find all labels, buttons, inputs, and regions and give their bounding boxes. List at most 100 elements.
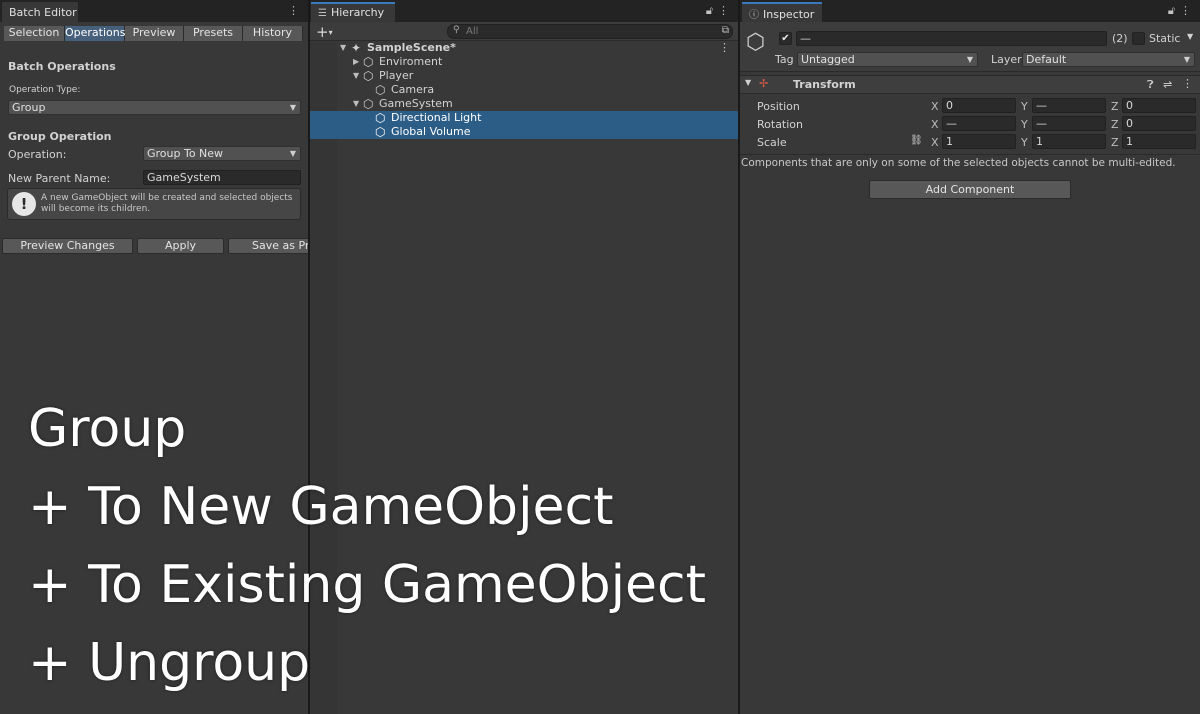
subtab-preview[interactable]: Preview: [125, 26, 184, 41]
chevron-down-icon[interactable]: ▼: [353, 97, 359, 111]
chevron-down-icon[interactable]: ▼: [340, 41, 346, 55]
subtab-history[interactable]: History: [243, 26, 303, 41]
search-options-icon[interactable]: ⧉: [722, 25, 729, 36]
scene-row[interactable]: ▼ ✦ SampleScene* ⋮: [310, 41, 738, 55]
warning-icon: !: [12, 192, 36, 216]
batch-editor-tab-label: Batch Editor: [9, 6, 77, 19]
object-name-input[interactable]: —: [796, 31, 1107, 46]
help-text: A new GameObject will be created and sel…: [41, 193, 293, 214]
kebab-menu-icon[interactable]: ⋮: [1180, 4, 1196, 17]
new-parent-name-input[interactable]: GameSystem: [143, 170, 301, 185]
subtab-presets[interactable]: Presets: [184, 26, 243, 41]
rotation-x-axis: X: [931, 118, 939, 131]
layer-dropdown[interactable]: Default ▼: [1022, 52, 1195, 67]
hierarchy-item[interactable]: ▼ ⬡ GameSystem: [310, 97, 738, 111]
position-x-field[interactable]: 0: [942, 98, 1016, 113]
apply-button[interactable]: Apply: [137, 238, 224, 254]
inspector-tab-label: Inspector: [763, 8, 815, 21]
hierarchy-item-selected[interactable]: ⬡ Global Volume: [310, 125, 738, 139]
hierarchy-item-selected[interactable]: ⬡ Directional Light: [310, 111, 738, 125]
scale-y-field[interactable]: 1: [1032, 134, 1106, 149]
kebab-menu-icon[interactable]: ⋮: [718, 4, 734, 17]
operation-value: Group To New: [147, 147, 224, 160]
help-icon[interactable]: ❓︎: [1147, 78, 1154, 92]
preview-changes-button[interactable]: Preview Changes: [2, 238, 133, 254]
chevron-down-icon: ▼: [289, 103, 296, 112]
scale-y-axis: Y: [1021, 136, 1028, 149]
hierarchy-item-label: Enviroment: [379, 55, 443, 68]
inspector-tabstrip: ⓘ Inspector 🔓︎⋮: [740, 0, 1200, 22]
inspector-tab[interactable]: ⓘ Inspector: [742, 2, 822, 22]
kebab-menu-icon[interactable]: ⋮: [288, 4, 304, 17]
batch-editor-tab[interactable]: Batch Editor: [2, 2, 78, 22]
chevron-down-icon: ▼: [289, 149, 296, 158]
gameobject-cube-icon: ⬡: [375, 111, 386, 125]
gameobject-cube-icon: ⬡: [363, 55, 374, 69]
batch-editor-tabstrip: Batch Editor ⋮: [0, 0, 308, 22]
position-y-field[interactable]: —: [1032, 98, 1106, 113]
active-checkbox[interactable]: ✔: [779, 32, 792, 45]
save-as-preset-button[interactable]: Save as Preset: [228, 238, 308, 254]
chevron-down-icon[interactable]: ▼: [353, 69, 359, 83]
lock-icon[interactable]: 🔓︎: [706, 4, 718, 17]
operation-type-dropdown[interactable]: Group ▼: [8, 100, 301, 115]
gameobject-cube-icon: ⬡: [375, 125, 386, 139]
static-checkbox[interactable]: [1132, 32, 1145, 45]
gameobject-cube-icon: ⬡: [363, 97, 374, 111]
operation-label: Operation:: [8, 148, 67, 161]
caption-line-ungroup: + Ungroup: [28, 633, 311, 693]
rotation-label: Rotation: [757, 118, 804, 131]
help-box: ! A new GameObject will be created and s…: [7, 188, 301, 220]
hierarchy-item[interactable]: ▶ ⬡ Enviroment: [310, 55, 738, 69]
scale-z-axis: Z: [1111, 136, 1119, 149]
hierarchy-item[interactable]: ⬡ Camera: [310, 83, 738, 97]
operation-type-label: Operation Type:: [9, 85, 81, 95]
info-icon: ⓘ: [749, 10, 759, 21]
scale-z-field[interactable]: 1: [1122, 134, 1196, 149]
subtab-selection[interactable]: Selection: [4, 26, 65, 41]
lock-icon[interactable]: 🔓︎: [1168, 4, 1180, 17]
feature-caption: Group + To New GameObject + To Existing …: [28, 390, 706, 702]
subtab-operations[interactable]: Operations: [65, 26, 125, 41]
kebab-menu-icon[interactable]: ⋮: [1182, 77, 1193, 90]
position-z-field[interactable]: 0: [1122, 98, 1196, 113]
hierarchy-tabstrip: ☰ Hierarchy 🔓︎⋮: [310, 0, 738, 22]
hierarchy-tab-label: Hierarchy: [330, 6, 385, 19]
caption-line-to-existing: + To Existing GameObject: [28, 555, 707, 615]
divider: [740, 154, 1200, 155]
tag-dropdown[interactable]: Untagged ▼: [797, 52, 978, 67]
position-y-axis: Y: [1021, 100, 1028, 113]
rotation-x-field[interactable]: —: [942, 116, 1016, 131]
hierarchy-item[interactable]: ▼ ⬡ Player: [310, 69, 738, 83]
link-scale-icon[interactable]: ⛓: [910, 135, 923, 146]
operation-type-value: Group: [12, 101, 46, 114]
gameobject-cube-icon: ⬡: [375, 83, 386, 97]
caption-line-to-new: + To New GameObject: [28, 477, 614, 537]
kebab-menu-icon[interactable]: ⋮: [719, 41, 730, 55]
hierarchy-search[interactable]: ⚲ All ⧉: [447, 24, 733, 39]
rotation-y-axis: Y: [1021, 118, 1028, 131]
batch-subtabs: Selection Operations Preview Presets His…: [4, 26, 303, 41]
chevron-down-icon[interactable]: ▼: [1187, 32, 1193, 41]
plus-icon[interactable]: +▾: [316, 23, 333, 41]
add-component-button[interactable]: Add Component: [869, 180, 1071, 199]
new-parent-name-label: New Parent Name:: [8, 172, 111, 185]
rotation-y-field[interactable]: —: [1032, 116, 1106, 131]
tag-value: Untagged: [801, 53, 855, 66]
operation-dropdown[interactable]: Group To New ▼: [143, 146, 301, 161]
hierarchy-tab[interactable]: ☰ Hierarchy: [311, 2, 395, 22]
transform-component-header[interactable]: ▼ ✢ Transform ❓︎ ⇌ ⋮: [740, 75, 1200, 94]
gameobject-cube-icon[interactable]: ⬡: [746, 30, 765, 55]
rotation-z-field[interactable]: 0: [1122, 116, 1196, 131]
position-label: Position: [757, 100, 800, 113]
layer-label: Layer: [991, 53, 1022, 66]
selection-count: (2): [1112, 32, 1128, 45]
chevron-down-icon: ▼: [1183, 55, 1190, 64]
position-x-axis: X: [931, 100, 939, 113]
chevron-right-icon[interactable]: ▶: [353, 55, 359, 69]
chevron-down-icon[interactable]: ▼: [745, 78, 751, 87]
inspector-panel: ⓘ Inspector 🔓︎⋮ ⬡ ✔ — (2) Static ▼ Tag Un…: [740, 0, 1200, 714]
unity-scene-icon: ✦: [351, 41, 362, 55]
scale-x-field[interactable]: 1: [942, 134, 1016, 149]
preset-icon[interactable]: ⇌: [1163, 78, 1172, 91]
